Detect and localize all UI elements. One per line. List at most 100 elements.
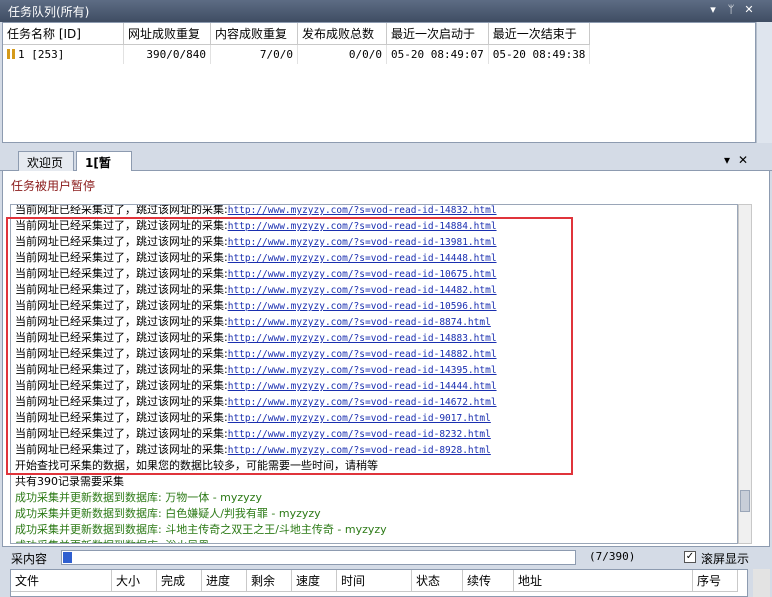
progress-row: 采内容 (7/390) ✓ 滚屏显示 (0, 547, 772, 569)
log-line-success: 成功采集并更新数据到数据库: 斗地主传奇之双王之王/斗地主传奇 - myzyzy (15, 523, 387, 536)
log-line-text: 当前网址已经采集过了，跳过该网址的采集: (15, 427, 228, 440)
log-link[interactable]: http://www.myzyzy.com/?s=vod-read-id-144… (228, 285, 497, 296)
log-scrollbar-thumb[interactable] (740, 490, 750, 512)
log-link[interactable]: http://www.myzyzy.com/?s=vod-read-id-144… (228, 253, 497, 264)
download-list[interactable]: 文件 大小 完成 进度 剩余 速度 时间 状态 续传 地址 序号 (10, 569, 748, 597)
log-link[interactable]: http://www.myzyzy.com/?s=vod-read-id-148… (228, 349, 497, 360)
col-size[interactable]: 大小 (111, 570, 157, 592)
log-line-success: 成功采集并更新数据到数据库: 浴火凤凰 (15, 538, 209, 543)
task-name-cell: 1 [253] (3, 44, 124, 64)
progress-label: 采内容 (11, 552, 48, 566)
log-line-text: 当前网址已经采集过了，跳过该网址的采集: (15, 411, 228, 424)
log-line-skipped: 当前网址已经采集过了，跳过该网址的采集:http://www.myzyzy.co… (15, 234, 497, 250)
progress-fill (63, 552, 72, 563)
last-start-cell: 05-20 08:49:07 (386, 44, 489, 64)
task-status-message: 任务被用户暂停 (11, 179, 96, 193)
log-line-skipped: 当前网址已经采集过了，跳过该网址的采集:http://www.myzyzy.co… (15, 330, 497, 346)
col-remaining[interactable]: 剩余 (246, 570, 292, 592)
tab-dropdown-icon[interactable]: ▾ (720, 153, 734, 167)
log-line-text: 当前网址已经采集过了，跳过该网址的采集: (15, 379, 228, 392)
col-speed[interactable]: 速度 (291, 570, 337, 592)
log-line-skipped: 当前网址已经采集过了，跳过该网址的采集:http://www.myzyzy.co… (15, 204, 497, 218)
tab-close-icon[interactable]: ✕ (736, 153, 750, 167)
log-line-skipped: 当前网址已经采集过了，跳过该网址的采集:http://www.myzyzy.co… (15, 426, 491, 442)
task-queue-list[interactable]: 任务名称 [ID] 网址成败重复 内容成败重复 发布成败总数 最近一次启动于 最… (2, 22, 756, 143)
download-table: 文件 大小 完成 进度 剩余 速度 时间 状态 续传 地址 序号 (11, 570, 738, 592)
log-line-skipped: 当前网址已经采集过了，跳过该网址的采集:http://www.myzyzy.co… (15, 362, 497, 378)
scroll-display-label[interactable]: 滚屏显示 (701, 550, 749, 567)
table-row[interactable]: 1 [253] 390/0/840 7/0/0 0/0/0 05-20 08:4… (3, 44, 591, 64)
log-line-skipped: 当前网址已经采集过了，跳过该网址的采集:http://www.myzyzy.co… (15, 410, 491, 426)
log-line-text: 当前网址已经采集过了，跳过该网址的采集: (15, 204, 228, 216)
log-link[interactable]: http://www.myzyzy.com/?s=vod-read-id-892… (228, 445, 491, 456)
content-stats-cell: 7/0/0 (210, 44, 298, 64)
log-line-skipped: 当前网址已经采集过了，跳过该网址的采集:http://www.myzyzy.co… (15, 442, 491, 458)
panel-dropdown-icon[interactable]: ▾ (706, 3, 720, 17)
progress-bar (61, 550, 576, 565)
log-link[interactable]: http://www.myzyzy.com/?s=vod-read-id-148… (228, 205, 497, 216)
col-task-name[interactable]: 任务名称 [ID] (3, 23, 124, 45)
log-line-skipped: 当前网址已经采集过了，跳过该网址的采集:http://www.myzyzy.co… (15, 346, 497, 362)
tab-task-1[interactable]: 1[暂停] (76, 151, 132, 187)
last-end-cell: 05-20 08:49:38 (488, 44, 591, 64)
document-tabstrip: 欢迎页 1[暂停] ▾ ✕ (0, 148, 772, 187)
log-link[interactable]: http://www.myzyzy.com/?s=vod-read-id-143… (228, 365, 497, 376)
col-last-end[interactable]: 最近一次结束于 (488, 23, 591, 45)
log-line-text: 当前网址已经采集过了，跳过该网址的采集: (15, 363, 228, 376)
log-link[interactable]: http://www.myzyzy.com/?s=vod-read-id-139… (228, 237, 497, 248)
log-link[interactable]: http://www.myzyzy.com/?s=vod-read-id-148… (228, 221, 497, 232)
log-line-success: 成功采集并更新数据到数据库: 万物一体 - myzyzy (15, 491, 262, 504)
panel-pin-icon[interactable]: ᛘ (724, 3, 738, 17)
log-line-text: 当前网址已经采集过了，跳过该网址的采集: (15, 331, 228, 344)
log-link[interactable]: http://www.myzyzy.com/?s=vod-read-id-144… (228, 381, 497, 392)
col-publish-stats[interactable]: 发布成败总数 (297, 23, 387, 45)
log-line-total: 共有390记录需要采集 (15, 475, 124, 488)
log-line-text: 当前网址已经采集过了，跳过该网址的采集: (15, 267, 228, 280)
log-link[interactable]: http://www.myzyzy.com/?s=vod-read-id-146… (228, 397, 497, 408)
log-link[interactable]: http://www.myzyzy.com/?s=vod-read-id-106… (228, 269, 497, 280)
progress-count: (7/390) (589, 550, 636, 563)
col-index[interactable]: 序号 (692, 570, 738, 592)
panel-close-icon[interactable]: ✕ (742, 3, 756, 17)
log-link[interactable]: http://www.myzyzy.com/?s=vod-read-id-901… (228, 413, 491, 424)
log-link[interactable]: http://www.myzyzy.com/?s=vod-read-id-148… (228, 333, 497, 344)
log-line-skipped: 当前网址已经采集过了，跳过该网址的采集:http://www.myzyzy.co… (15, 266, 497, 282)
col-done[interactable]: 完成 (156, 570, 202, 592)
col-time[interactable]: 时间 (336, 570, 412, 592)
task-queue-titlebar: 任务队列(所有) ▾ ᛘ ✕ (0, 0, 772, 22)
col-status[interactable]: 状态 (411, 570, 463, 592)
task-list-scrollbar[interactable] (756, 22, 772, 143)
log-line-text: 当前网址已经采集过了，跳过该网址的采集: (15, 443, 228, 456)
tab-welcome[interactable]: 欢迎页 (18, 151, 74, 171)
col-last-start[interactable]: 最近一次启动于 (386, 23, 489, 45)
col-resume[interactable]: 续传 (462, 570, 514, 592)
url-stats-cell: 390/0/840 (123, 44, 211, 64)
scroll-display-checkbox[interactable]: ✓ (684, 551, 696, 563)
log-line-skipped: 当前网址已经采集过了，跳过该网址的采集:http://www.myzyzy.co… (15, 314, 491, 330)
log-line-text: 当前网址已经采集过了，跳过该网址的采集: (15, 315, 228, 328)
col-content-stats[interactable]: 内容成败重复 (210, 23, 298, 45)
log-line-skipped: 当前网址已经采集过了，跳过该网址的采集:http://www.myzyzy.co… (15, 282, 497, 298)
col-url-stats[interactable]: 网址成败重复 (123, 23, 211, 45)
log-line-skipped: 当前网址已经采集过了，跳过该网址的采集:http://www.myzyzy.co… (15, 218, 497, 234)
publish-stats-cell: 0/0/0 (297, 44, 387, 64)
log-line-skipped: 当前网址已经采集过了，跳过该网址的采集:http://www.myzyzy.co… (15, 394, 497, 410)
log-line-skipped: 当前网址已经采集过了，跳过该网址的采集:http://www.myzyzy.co… (15, 250, 497, 266)
log-line-text: 当前网址已经采集过了，跳过该网址的采集: (15, 299, 228, 312)
col-progress[interactable]: 进度 (201, 570, 247, 592)
task-document: 任务被用户暂停 当前网址已经采集过了，跳过该网址的采集:http://www.m… (2, 171, 770, 547)
collection-log[interactable]: 当前网址已经采集过了，跳过该网址的采集:http://www.myzyzy.co… (10, 204, 738, 544)
log-link[interactable]: http://www.myzyzy.com/?s=vod-read-id-887… (228, 317, 491, 328)
log-link[interactable]: http://www.myzyzy.com/?s=vod-read-id-823… (228, 429, 491, 440)
log-link[interactable]: http://www.myzyzy.com/?s=vod-read-id-105… (228, 301, 497, 312)
col-address[interactable]: 地址 (513, 570, 693, 592)
task-queue-title: 任务队列(所有) (8, 5, 90, 19)
log-line-success: 成功采集并更新数据到数据库: 白色嫌疑人/判我有罪 - myzyzy (15, 507, 321, 520)
log-scrollbar[interactable] (738, 204, 752, 544)
col-file[interactable]: 文件 (11, 570, 112, 592)
log-line-text: 当前网址已经采集过了，跳过该网址的采集: (15, 395, 228, 408)
log-line-text: 当前网址已经采集过了，跳过该网址的采集: (15, 219, 228, 232)
log-line-text: 当前网址已经采集过了，跳过该网址的采集: (15, 251, 228, 264)
download-list-scrollbar[interactable] (753, 569, 770, 597)
log-line-text: 当前网址已经采集过了，跳过该网址的采集: (15, 347, 228, 360)
